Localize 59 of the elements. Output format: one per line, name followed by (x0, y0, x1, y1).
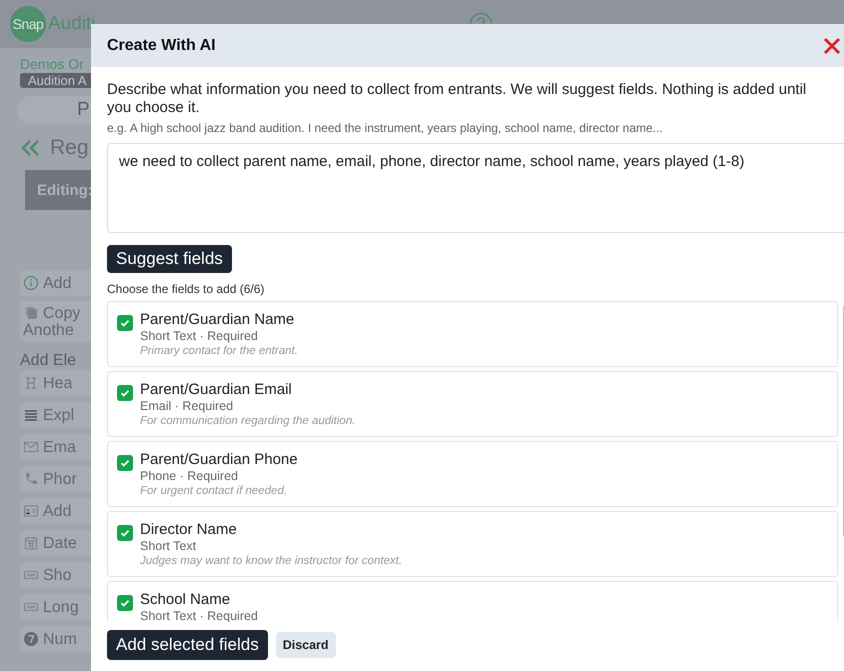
action-item[interactable]: Add (20, 270, 91, 296)
field-card[interactable]: Parent/Guardian Name Short Text · Required Primary contact for the entrant. (107, 301, 838, 367)
info-icon (23, 275, 39, 291)
editing-banner: Editing: (25, 170, 91, 210)
field-meta: Short Text · Required (140, 329, 259, 344)
checkbox[interactable] (117, 385, 133, 401)
add-selected-button[interactable]: Add selected fields (107, 630, 268, 660)
element-item[interactable]: Num (20, 626, 91, 652)
field-note: For urgent contact if needed. (140, 484, 288, 499)
checkbox[interactable] (117, 595, 133, 611)
tab[interactable]: P (17, 96, 91, 124)
field-note: Primary contact for the entrant. (140, 344, 298, 359)
element-item[interactable]: Phor (20, 466, 91, 492)
suggest-button[interactable]: Suggest fields (107, 245, 232, 273)
close-icon[interactable] (823, 36, 841, 54)
copy-icon (23, 304, 39, 320)
phone-icon (23, 471, 39, 487)
envelope-icon (23, 439, 39, 455)
field-name: Parent/Guardian Phone (140, 451, 298, 469)
element-item[interactable]: Hea (20, 370, 91, 396)
action-item[interactable]: Copy Anothe (20, 301, 91, 342)
field-card[interactable]: Parent/Guardian Email Email · Required For communication regarding the audition. (107, 371, 838, 437)
calendar-icon (23, 535, 39, 551)
element-item[interactable]: Sho (20, 562, 91, 588)
field-card[interactable]: Director Name Short Text Judges may want to know the instructor for context. (107, 511, 838, 577)
field-note: For communication regarding the audition. (140, 414, 356, 429)
choose-label: Choose the fields to add (6/6) (107, 282, 266, 296)
id-card-icon (23, 503, 39, 519)
checkbox[interactable] (117, 525, 133, 541)
element-item[interactable]: Date (20, 530, 91, 556)
field-name: School Name (140, 591, 232, 609)
field-name: Director Name (140, 521, 238, 539)
checkbox[interactable] (117, 315, 133, 331)
organization-name[interactable]: Demos Or (20, 56, 91, 72)
hint-text: e.g. A high school jazz band audition. I need the instrument, years playing, school name, director name... (107, 121, 664, 135)
heading-icon (23, 375, 39, 391)
field-note: Judges may want to know the instructor for context. (140, 554, 402, 569)
element-item[interactable]: Expl (20, 402, 91, 428)
field-card[interactable]: Parent/Guardian Phone Phone · Required For urgent contact if needed. (107, 441, 838, 507)
number-icon (23, 631, 39, 647)
checkbox[interactable] (117, 455, 133, 471)
element-item[interactable]: Add (20, 498, 91, 524)
field-name: Parent/Guardian Email (140, 381, 293, 399)
field-meta: Short Text (140, 539, 198, 554)
section-label: Add Ele (20, 352, 78, 370)
element-item[interactable]: Ema (20, 434, 91, 460)
field-name: Parent/Guardian Name (140, 311, 296, 329)
lines-icon (23, 407, 39, 423)
field-meta: Phone · Required (140, 469, 239, 484)
page-heading: Reg (50, 136, 89, 160)
dialog-title: Create With AI (107, 36, 216, 54)
description: Describe what information you need to collect from entrants. We will suggest fields. Nothing is added until you choose it. (107, 81, 808, 117)
prompt-field[interactable]: we need to collect parent name, email, phone, director name, school name, years played (1-8) (107, 143, 844, 233)
element-item[interactable]: Long (20, 594, 91, 620)
brand-name: Auditi (48, 13, 96, 35)
logo[interactable]: Snap (10, 6, 46, 42)
audition-badge: Audition A (20, 73, 91, 88)
field-meta: Email · Required (140, 399, 234, 414)
discard-button[interactable]: Discard (276, 632, 336, 658)
